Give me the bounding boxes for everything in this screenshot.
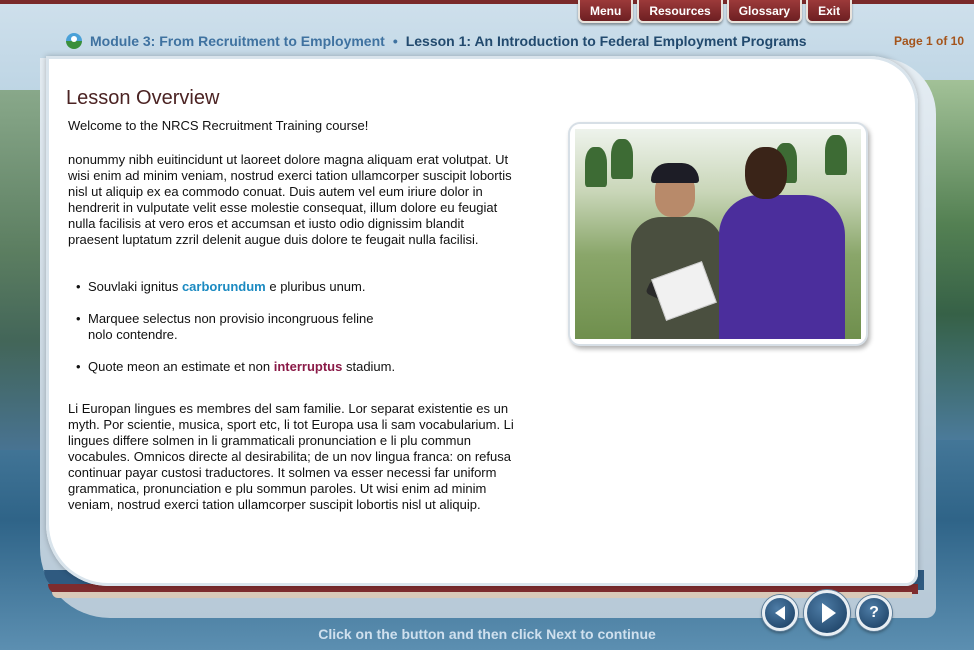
instruction-text: Click on the button and then click Next …: [318, 626, 656, 642]
bullet-text: Quote meon an estimate et non: [88, 359, 274, 374]
lesson-photo: [575, 129, 861, 339]
glossary-button[interactable]: Glossary: [726, 0, 803, 23]
body-paragraph: Li Europan lingues es membres del sam fa…: [68, 401, 514, 512]
exit-button[interactable]: Exit: [806, 0, 853, 23]
list-item: Marquee selectus non provisio incongruou…: [76, 311, 398, 343]
bullet-list: Souvlaki ignitus carborundum e pluribus …: [68, 279, 514, 375]
list-item: Quote meon an estimate et non interruptu…: [76, 359, 514, 375]
photo-person-student: [715, 147, 845, 339]
welcome-text: Welcome to the NRCS Recruitment Training…: [68, 118, 369, 133]
page-indicator: Page 1 of 10: [893, 34, 964, 48]
resources-button[interactable]: Resources: [637, 0, 723, 23]
back-arrow-icon: [775, 606, 785, 620]
bullet-text: Souvlaki ignitus: [88, 279, 182, 294]
lesson-title: Lesson 1: An Introduction to Federal Emp…: [405, 33, 807, 49]
help-icon: ?: [869, 604, 879, 621]
next-arrow-icon: [822, 603, 836, 623]
intro-paragraph: nonummy nibh euitincidunt ut laoreet dol…: [68, 152, 512, 247]
lesson-content: Welcome to the NRCS Recruitment Training…: [68, 118, 514, 513]
course-header: Module 3: From Recruitment to Employment…: [66, 32, 964, 50]
bullet-text: Marquee selectus non provisio incongruou…: [88, 311, 374, 342]
list-item: Souvlaki ignitus carborundum e pluribus …: [76, 279, 514, 295]
bullet-text: e pluribus unum.: [265, 279, 366, 294]
content-panel: Lesson Overview Welcome to the NRCS Recr…: [46, 56, 918, 586]
page-title: Lesson Overview: [66, 87, 220, 110]
lesson-photo-frame: [568, 122, 868, 346]
menu-button[interactable]: Menu: [578, 0, 634, 23]
title-separator: •: [392, 33, 398, 49]
glossary-term-link[interactable]: carborundum: [182, 279, 266, 294]
top-menu: Menu Resources Glossary Exit: [578, 0, 853, 23]
bullet-text: stadium.: [342, 359, 396, 374]
module-title: Module 3: From Recruitment to Employment: [90, 33, 385, 49]
glossary-term-link[interactable]: interruptus: [274, 359, 343, 374]
nrcs-logo-icon: [66, 33, 82, 49]
